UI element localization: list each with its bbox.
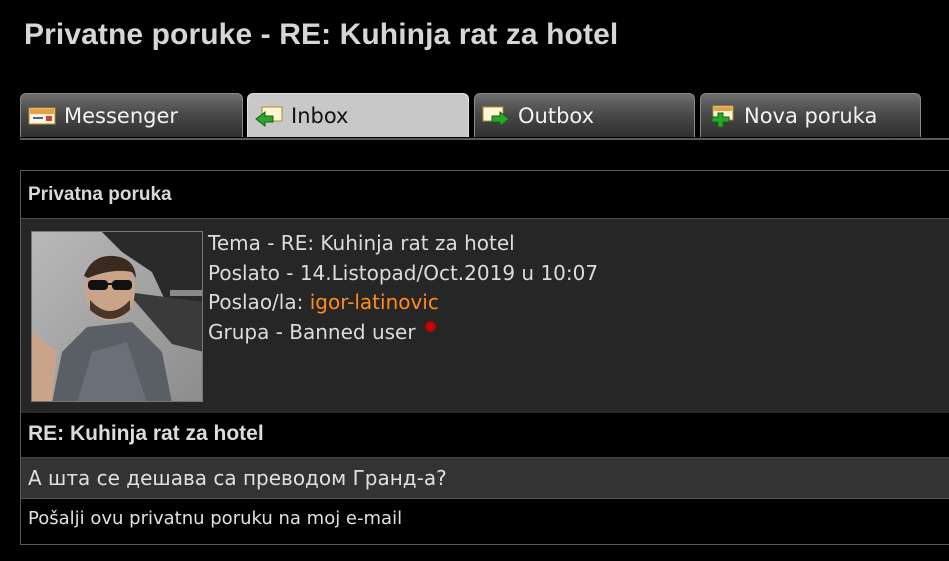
tab-new-message[interactable]: Nova poruka (700, 93, 921, 137)
page-title: Privatne poruke - RE: Kuhinja rat za hot… (24, 18, 619, 51)
sender-label: Poslao/la: (208, 290, 304, 314)
tab-label: Outbox (518, 103, 595, 128)
private-message-panel: Privatna poruka Tema - RE: Kuhinja rat z… (20, 170, 949, 545)
message-group-row: Grupa - Banned user (208, 318, 598, 348)
message-sent-date: Poslato - 14.Listopad/Oct.2019 u 10:07 (208, 260, 599, 285)
message-meta: Tema - RE: Kuhinja rat za hotel Poslato … (208, 229, 598, 347)
tab-inbox[interactable]: Inbox (247, 93, 469, 137)
tab-bar: Messenger Inbox Outbox Nova poruka (20, 93, 949, 139)
new-message-plus-icon (711, 105, 734, 127)
inbox-arrow-icon (255, 106, 283, 127)
panel-header: Privatna poruka (21, 171, 949, 219)
tab-label: Messenger (64, 103, 179, 128)
banned-status-icon (423, 319, 437, 333)
tab-messenger[interactable]: Messenger (20, 93, 243, 137)
tab-label: Inbox (291, 103, 349, 128)
message-topic: Tema - RE: Kuhinja rat za hotel (208, 231, 515, 255)
sender-link[interactable]: igor-latinovic (310, 290, 439, 314)
message-info: Tema - RE: Kuhinja rat za hotel Poslato … (21, 219, 949, 414)
envelope-icon (28, 107, 56, 124)
message-subject: RE: Kuhinja rat za hotel (21, 413, 949, 458)
tab-divider (20, 138, 949, 140)
group-text: Grupa - Banned user (208, 319, 416, 344)
message-body: А шта се дешава са преводом Гранд-а? (21, 458, 949, 499)
avatar[interactable] (31, 231, 203, 402)
outbox-arrow-icon (482, 106, 510, 127)
tab-outbox[interactable]: Outbox (474, 93, 695, 137)
message-sender-row: Poslao/la: igor-latinovic (208, 288, 598, 318)
email-message-link[interactable]: Pošalji ovu privatnu poruku na moj e-mai… (21, 499, 949, 544)
tab-label: Nova poruka (744, 103, 878, 128)
